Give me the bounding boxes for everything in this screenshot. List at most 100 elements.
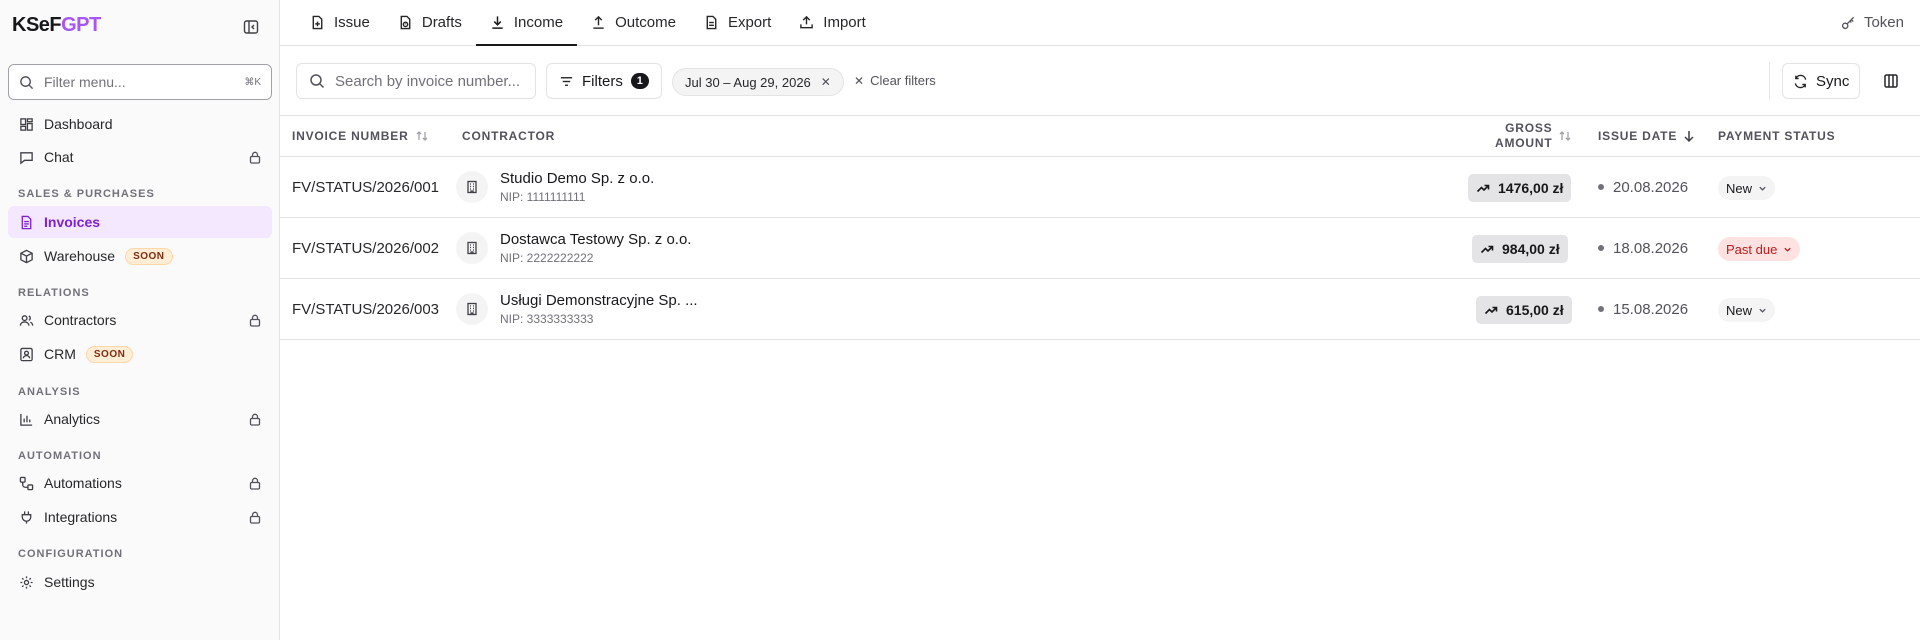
sidebar-item-label: Chat — [44, 149, 74, 165]
app-logo[interactable]: KSeFGPT — [12, 14, 101, 37]
clear-filters-label: Clear filters — [870, 73, 936, 88]
date-dot — [1598, 306, 1604, 312]
close-icon[interactable]: ✕ — [821, 75, 831, 89]
column-header-issue-date[interactable]: ISSUE DATE — [1598, 129, 1695, 143]
filters-button[interactable]: Filters 1 — [546, 63, 662, 99]
contractor-name: Studio Demo Sp. z o.o. — [500, 170, 655, 187]
tab-outcome[interactable]: Outcome — [577, 0, 690, 45]
lock-icon — [248, 476, 262, 490]
gross-amount-badge: 984,00 zł — [1472, 235, 1568, 263]
payment-status-dropdown[interactable]: Past due — [1718, 237, 1801, 261]
toolbar-divider — [1769, 62, 1770, 100]
invoice-search-input[interactable]: Search by invoice number... — [296, 63, 536, 99]
column-header-label: PAYMENT STATUS — [1718, 129, 1836, 143]
sidebar-item-integrations[interactable]: Integrations — [8, 501, 272, 533]
sidebar-item-label: Automations — [44, 475, 122, 491]
issue-date: 20.08.2026 — [1613, 178, 1689, 196]
payment-status-dropdown[interactable]: New — [1718, 298, 1776, 322]
sidebar-item-crm[interactable]: CRM SOON — [8, 338, 272, 370]
contractor-cell: Studio Demo Sp. z o.o. NIP: 1111111111 — [456, 157, 654, 217]
plug-icon — [18, 509, 34, 525]
lock-icon — [248, 313, 262, 327]
sidebar-item-automations[interactable]: Automations — [8, 467, 272, 499]
tab-label: Export — [727, 14, 772, 31]
table-row[interactable]: FV/STATUS/2026/003 Usługi Demonstracyjne… — [280, 279, 1920, 340]
issue-date: 18.08.2026 — [1613, 239, 1689, 257]
token-button[interactable]: Token — [1841, 14, 1904, 31]
sidebar: KSeFGPT Filter menu... ⌘K Dashboard Chat… — [0, 0, 280, 640]
column-header-label: INVOICE NUMBER — [292, 129, 409, 143]
column-header-contractor[interactable]: CONTRACTOR — [462, 129, 555, 143]
trending-up-icon — [1480, 242, 1494, 256]
invoice-number: FV/STATUS/2026/003 — [292, 300, 440, 318]
file-text-icon — [704, 15, 719, 30]
tab-label: Drafts — [421, 14, 462, 31]
tab-import[interactable]: Import — [785, 0, 880, 45]
import-icon — [799, 15, 814, 30]
filters-label: Filters — [582, 72, 623, 90]
filter-menu-placeholder: Filter menu... — [44, 74, 126, 90]
building-icon — [456, 171, 488, 203]
tab-issue[interactable]: Issue — [296, 0, 384, 45]
sidebar-item-label: Integrations — [44, 509, 118, 525]
file-plus-icon — [310, 15, 325, 30]
search-icon — [309, 73, 325, 89]
lock-icon — [248, 412, 262, 426]
section-label-analysis: ANALYSIS — [18, 386, 81, 398]
payment-status-label: New — [1726, 302, 1753, 318]
workflow-icon — [18, 475, 34, 491]
sidebar-item-analytics[interactable]: Analytics — [8, 403, 272, 435]
contractor-cell: Dostawca Testowy Sp. z o.o. NIP: 2222222… — [456, 218, 691, 278]
tab-drafts[interactable]: Drafts — [384, 0, 476, 45]
tab-export[interactable]: Export — [690, 0, 785, 45]
section-label-sales: SALES & PURCHASES — [18, 188, 155, 200]
sort-icon — [1558, 129, 1572, 143]
payment-status-dropdown[interactable]: New — [1718, 176, 1776, 200]
chevron-down-icon — [1758, 184, 1767, 193]
columns-icon[interactable] — [1879, 69, 1903, 93]
tab-bar: Issue Drafts Income Outcome Export Impor… — [280, 0, 1920, 46]
sidebar-item-label: Settings — [44, 574, 95, 590]
date-dot — [1598, 245, 1604, 251]
contractor-cell: Usługi Demonstracyjne Sp. ... NIP: 33333… — [456, 279, 698, 339]
trending-up-icon — [1484, 303, 1498, 317]
clear-filters-button[interactable]: ✕ Clear filters — [854, 73, 936, 88]
gross-amount-badge: 1476,00 zł — [1468, 174, 1572, 202]
sidebar-item-label: CRM — [44, 346, 76, 362]
filter-menu-input[interactable]: Filter menu... ⌘K — [8, 64, 272, 100]
tab-label: Import — [823, 14, 866, 31]
column-header-label: ISSUE DATE — [1598, 129, 1678, 143]
tab-income[interactable]: Income — [475, 0, 578, 46]
table-row[interactable]: FV/STATUS/2026/001 Studio Demo Sp. z o.o… — [280, 157, 1920, 218]
sidebar-item-label: Contractors — [44, 312, 117, 328]
sidebar-item-dashboard[interactable]: Dashboard — [8, 108, 272, 140]
issue-date-cell: 15.08.2026 — [1598, 279, 1688, 339]
trending-up-icon — [1476, 181, 1490, 195]
contractor-name: Usługi Demonstracyjne Sp. ... — [500, 292, 698, 309]
sync-button[interactable]: Sync — [1782, 63, 1861, 99]
invoices-table: INVOICE NUMBER CONTRACTOR GROSS AMOUNT I… — [280, 116, 1920, 340]
column-header-payment-status[interactable]: PAYMENT STATUS — [1718, 129, 1835, 143]
sidebar-item-warehouse[interactable]: Warehouse SOON — [8, 240, 272, 272]
date-range-chip[interactable]: Jul 30 – Aug 29, 2026 ✕ — [672, 68, 844, 96]
column-header-gross-amount[interactable]: GROSS AMOUNT — [1495, 121, 1572, 151]
download-icon — [490, 15, 505, 30]
sidebar-item-chat[interactable]: Chat — [8, 141, 272, 173]
sidebar-item-settings[interactable]: Settings — [8, 566, 272, 598]
sidebar-item-contractors[interactable]: Contractors — [8, 304, 272, 336]
gear-icon — [18, 574, 34, 590]
sidebar-item-label: Invoices — [44, 214, 101, 230]
date-dot — [1598, 184, 1604, 190]
box-icon — [18, 248, 34, 264]
shortcut-hint: ⌘K — [244, 76, 261, 88]
table-row[interactable]: FV/STATUS/2026/002 Dostawca Testowy Sp. … — [280, 218, 1920, 279]
contractor-nip: NIP: 3333333333 — [500, 312, 594, 326]
dashboard-icon — [18, 116, 34, 132]
chevron-down-icon — [1783, 245, 1792, 254]
collapse-sidebar-icon[interactable] — [241, 17, 261, 37]
gross-amount: 615,00 zł — [1506, 302, 1564, 318]
sidebar-item-invoices[interactable]: Invoices — [8, 206, 272, 238]
search-icon — [19, 75, 34, 90]
key-icon — [1841, 15, 1856, 30]
column-header-invoice-number[interactable]: INVOICE NUMBER — [292, 129, 429, 143]
